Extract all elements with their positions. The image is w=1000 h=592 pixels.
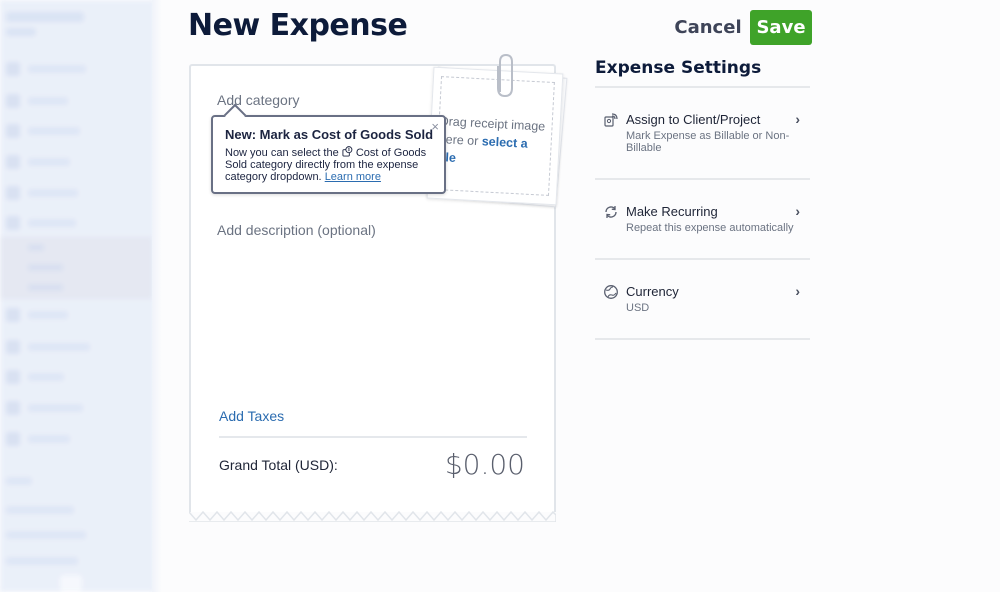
coin-icon: $	[342, 146, 353, 157]
tooltip-body: Now you can select the $ Cost of Goods S…	[225, 146, 427, 183]
sidebar-item[interactable]	[6, 401, 146, 415]
page-title: New Expense	[188, 8, 408, 43]
divider	[219, 436, 527, 438]
setting-make-recurring[interactable]: Make Recurring Repeat this expense autom…	[596, 203, 809, 240]
cogs-tooltip: New: Mark as Cost of Goods Sold × Now yo…	[211, 103, 446, 194]
sidebar-item[interactable]	[6, 503, 146, 517]
sidebar-item[interactable]	[6, 340, 146, 354]
sidebar-blurred	[0, 0, 155, 592]
category-select[interactable]: Add category	[217, 92, 300, 108]
sidebar-item[interactable]	[6, 124, 146, 138]
sidebar-item[interactable]	[6, 186, 146, 200]
setting-assign-client-project[interactable]: Assign to Client/Project Mark Expense as…	[596, 111, 809, 162]
sidebar-footer-logo	[60, 575, 82, 592]
setting-currency[interactable]: Currency USD ›	[596, 283, 809, 318]
sidebar-item[interactable]	[6, 94, 146, 108]
sidebar-item[interactable]	[6, 474, 146, 488]
sidebar-item[interactable]	[6, 432, 146, 446]
settings-title: Expense Settings	[595, 58, 762, 78]
recurring-icon	[605, 206, 617, 218]
sidebar-item[interactable]	[6, 528, 146, 542]
receipt-zigzag-edge	[189, 510, 556, 522]
add-taxes-link[interactable]: Add Taxes	[219, 408, 284, 424]
chevron-right-icon: ›	[795, 111, 800, 127]
divider	[595, 338, 810, 340]
cancel-button[interactable]: Cancel	[670, 10, 746, 45]
learn-more-link[interactable]: Learn more	[325, 171, 381, 183]
tooltip-title: New: Mark as Cost of Goods Sold	[225, 127, 434, 142]
divider	[595, 178, 810, 180]
sidebar-item[interactable]	[6, 62, 146, 76]
sidebar-item[interactable]	[6, 370, 146, 384]
chevron-right-icon: ›	[795, 203, 800, 219]
divider	[595, 258, 810, 260]
chevron-right-icon: ›	[795, 283, 800, 299]
sidebar-item[interactable]	[6, 308, 146, 322]
currency-icon	[604, 285, 618, 299]
description-input[interactable]	[217, 222, 437, 238]
save-button[interactable]: Save	[750, 10, 812, 45]
sidebar-item[interactable]	[6, 216, 146, 230]
close-icon[interactable]: ×	[431, 119, 439, 134]
sidebar-brand-sub	[6, 28, 36, 36]
sidebar-item[interactable]	[6, 554, 146, 568]
sidebar-submenu	[0, 237, 152, 299]
divider	[595, 86, 810, 88]
sidebar-brand	[6, 12, 84, 22]
grand-total-label: Grand Total (USD):	[219, 457, 338, 473]
grand-total-amount: $0.00	[444, 448, 525, 481]
sidebar-shadow	[152, 0, 162, 592]
client-project-icon	[604, 113, 618, 127]
paperclip-icon	[497, 53, 513, 98]
sidebar-item[interactable]	[6, 155, 146, 169]
